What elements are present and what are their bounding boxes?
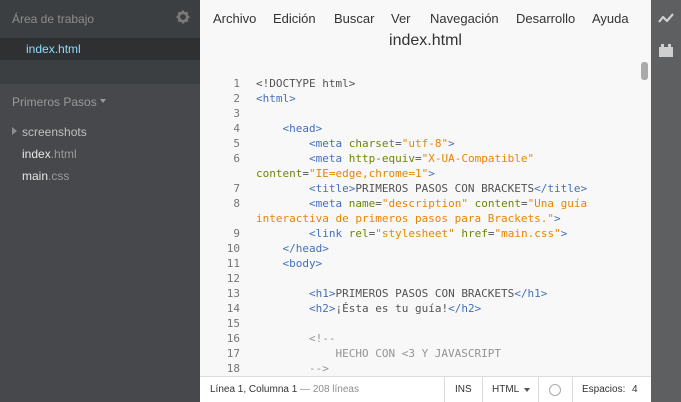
tree-item-label: index.html	[22, 147, 77, 161]
line-number: 6	[233, 152, 240, 165]
menu-ayuda[interactable]: Ayuda	[592, 11, 629, 26]
line-number: 10	[226, 242, 240, 255]
vertical-scrollbar[interactable]	[637, 60, 651, 376]
line-number: 11	[226, 257, 240, 270]
line-number: 8	[233, 197, 240, 210]
sidebar: Área de trabajo index.html Primeros Paso…	[0, 0, 200, 402]
working-files-footer	[0, 60, 200, 84]
menu-navegacion[interactable]: Navegación	[430, 11, 499, 26]
code-line: content="IE=edge,chrome=1">	[256, 167, 435, 180]
cursor-position: Línea 1, Columna 1 — 208 líneas	[210, 384, 359, 395]
menu-buscar[interactable]: Buscar	[334, 11, 374, 26]
working-files-title: Área de trabajo	[12, 12, 95, 26]
line-number: 5	[233, 137, 240, 150]
code-line: <html>	[256, 92, 296, 105]
line-number: 18	[226, 362, 240, 375]
code-line: interactiva de primeros pasos para Brack…	[256, 212, 561, 225]
code-line: HECHO CON <3 Y JAVASCRIPT	[256, 347, 502, 360]
project-title[interactable]: Primeros Pasos	[12, 95, 97, 109]
chevron-down-icon[interactable]	[524, 388, 530, 392]
code-line: <meta http-equiv="X-UA-Compatible"	[308, 152, 535, 165]
gear-icon[interactable]	[176, 10, 190, 24]
menu-ver[interactable]: Ver	[391, 11, 411, 26]
status-divider	[572, 377, 573, 402]
line-number: 17	[226, 347, 240, 360]
status-divider	[482, 377, 483, 402]
line-number: 16	[226, 332, 240, 345]
live-preview-icon[interactable]	[658, 11, 674, 27]
menu-edicion[interactable]: Edición	[273, 11, 316, 26]
working-file-index-html[interactable]: index.html	[0, 38, 200, 60]
menu-desarrollo[interactable]: Desarrollo	[516, 11, 575, 26]
line-number: 1	[233, 77, 240, 90]
line-number: 3	[233, 107, 240, 120]
code-line: <!--	[308, 332, 336, 345]
language-selector[interactable]: HTML	[492, 384, 519, 395]
extension-manager-icon[interactable]	[658, 42, 674, 58]
working-files-header: Área de trabajo	[0, 0, 200, 38]
line-number-gutter: 1 2 3 4 5 6 7 8 9 10 11 12 13 14 15 16 1…	[200, 60, 250, 376]
scrollbar-thumb[interactable]	[641, 62, 648, 80]
chevron-right-icon[interactable]	[12, 127, 17, 135]
main-toolbar	[651, 0, 681, 402]
code-line: <meta charset="utf-8">	[308, 137, 455, 150]
working-file-label: index.html	[26, 42, 81, 56]
line-number: 2	[233, 92, 240, 105]
code-line: </head>	[282, 242, 329, 255]
line-number: 12	[226, 272, 240, 285]
status-bar: Línea 1, Columna 1 — 208 líneas INS HTML…	[200, 376, 651, 402]
status-divider	[444, 377, 445, 402]
status-divider	[538, 377, 539, 402]
tree-item-main-css[interactable]: main.css	[0, 166, 200, 186]
document-title: index.html	[389, 32, 462, 49]
code-line: <meta name="description" content="Una gu…	[308, 197, 588, 210]
line-number: 13	[226, 287, 240, 300]
code-line: <title>PRIMEROS PASOS CON BRACKETS</titl…	[308, 182, 588, 195]
menu-bar: Archivo Edición Buscar Ver Navegación De…	[200, 0, 651, 60]
code-editor[interactable]: 1 2 3 4 5 6 7 8 9 10 11 12 13 14 15 16 1…	[200, 60, 651, 376]
menu-archivo[interactable]: Archivo	[213, 11, 256, 26]
line-number: 15	[226, 317, 240, 330]
indent-label[interactable]: Espacios:	[582, 384, 625, 395]
code-line: <h1>PRIMEROS PASOS CON BRACKETS</h1>	[308, 287, 548, 300]
tree-item-label: screenshots	[22, 125, 87, 139]
code-line: -->	[308, 362, 329, 375]
chevron-down-icon[interactable]	[100, 99, 106, 103]
code-line: <!DOCTYPE html>	[256, 77, 356, 90]
code-line: <body>	[282, 257, 323, 270]
code-line: <head>	[282, 122, 323, 135]
line-number: 4	[233, 122, 240, 135]
indent-size[interactable]: 4	[632, 384, 638, 395]
line-number: 14	[226, 302, 240, 315]
tree-item-index-html[interactable]: index.html	[0, 144, 200, 164]
tree-item-screenshots[interactable]: screenshots	[0, 122, 200, 142]
line-number: 7	[233, 182, 240, 195]
code-line: <link rel="stylesheet" href="main.css">	[308, 227, 568, 240]
linter-status-icon[interactable]	[549, 384, 561, 396]
line-number: 9	[233, 227, 240, 240]
code-line: <h2>¡Ésta es tu guía!</h2>	[308, 302, 482, 315]
tree-item-label: main.css	[22, 169, 70, 183]
insert-mode-toggle[interactable]: INS	[455, 384, 472, 395]
